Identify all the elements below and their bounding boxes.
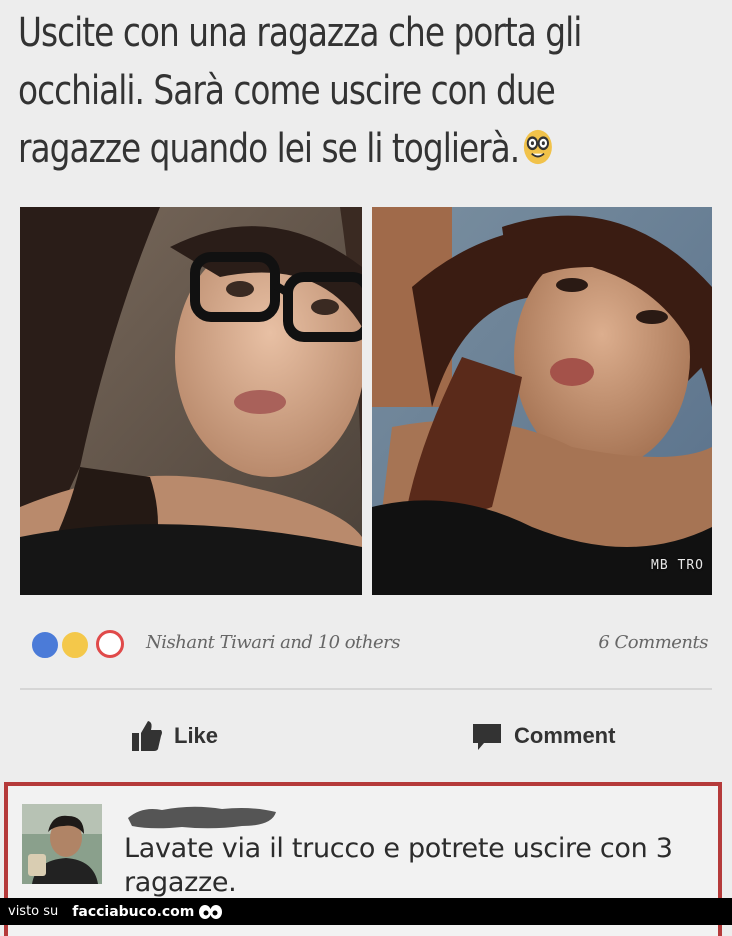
caption-line-1: Uscite con una ragazza che porta gli: [18, 10, 582, 56]
meme-caption: Uscite con una ragazza che porta gli occ…: [18, 4, 592, 178]
photo-watermark: MB TRO: [651, 558, 704, 573]
photo-without-glasses[interactable]: MB TRO: [372, 207, 712, 595]
comment-button-label: Comment: [514, 723, 616, 748]
footer-site-link[interactable]: facciabuco.com: [72, 904, 194, 920]
woman-with-glasses-image: [20, 207, 362, 595]
post-reactions-row: Nishant Tiwari and 10 others 6 Comments: [30, 626, 710, 662]
haha-reaction-icon: [60, 630, 90, 660]
eyes-icon: [199, 904, 223, 919]
footer-prefix: visto su: [8, 904, 59, 919]
reactors-text[interactable]: Nishant Tiwari and 10 others: [146, 632, 400, 653]
like-button-label: Like: [174, 723, 219, 748]
commenter-avatar[interactable]: [22, 804, 102, 884]
thumbs-up-icon: [132, 721, 162, 751]
comments-count[interactable]: 6 Comments: [598, 632, 708, 653]
comment-bubble-icon: [473, 724, 501, 750]
photo-with-glasses[interactable]: [20, 207, 362, 595]
reaction-icons[interactable]: [30, 630, 140, 660]
avatar-image: [22, 804, 102, 884]
woman-without-glasses-image: [372, 207, 712, 595]
nerd-face-emoji-icon: [524, 129, 553, 165]
love-reaction-icon: [96, 630, 124, 658]
divider: [20, 688, 712, 690]
comment-text: Lavate via il trucco e potrete uscire co…: [124, 833, 673, 898]
like-reaction-icon: [30, 630, 60, 660]
comment-button[interactable]: Comment: [470, 716, 615, 756]
caption-line-3: ragazze quando lei se li toglierà.: [18, 126, 520, 172]
like-button[interactable]: Like: [130, 716, 218, 756]
caption-line-3-wrap: ragazze quando lei se li toglierà.: [18, 120, 592, 178]
footer-watermark-bar: visto su facciabuco.com: [0, 898, 732, 925]
redacted-commenter-name: [128, 806, 276, 829]
caption-line-2: occhiali. Sarà come uscire con due: [18, 68, 556, 114]
